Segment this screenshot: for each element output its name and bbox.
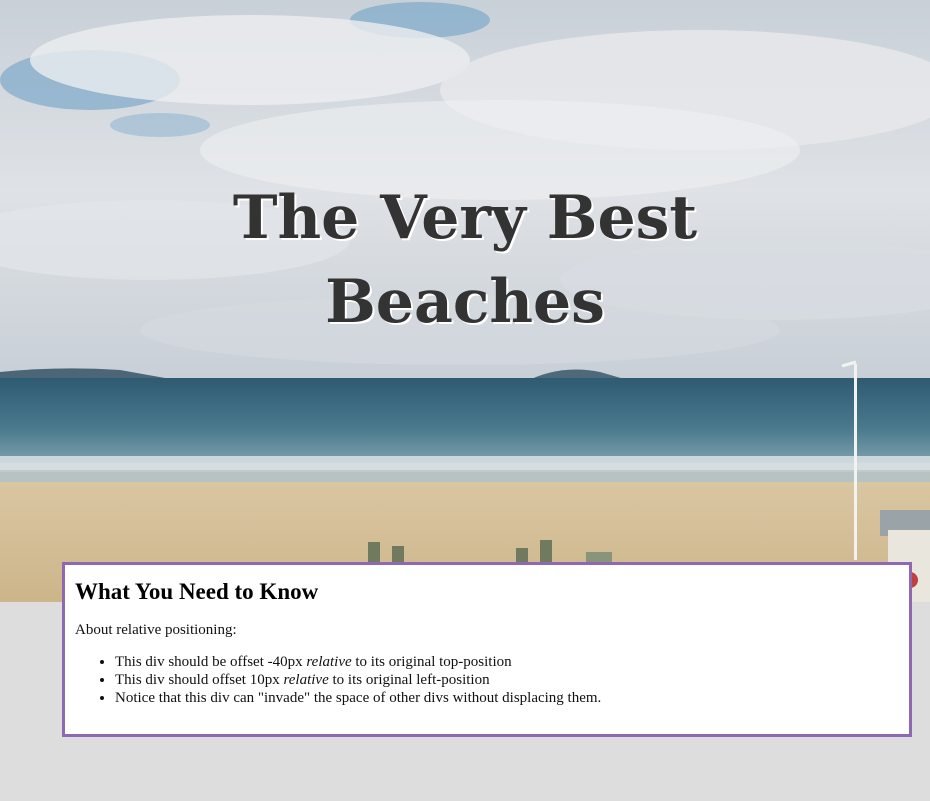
list-item: This div should offset 10px relative to …: [115, 671, 909, 689]
list-item: Notice that this div can "invade" the sp…: [115, 689, 909, 707]
list-item-text: This div should be offset -40px: [115, 654, 307, 670]
hero-title-line2: Beaches: [325, 267, 605, 337]
hero-banner: The Very Best Beaches: [0, 0, 930, 602]
list-item-text-end: to its original top-position: [351, 654, 512, 670]
hero-title-line1: The Very Best: [232, 183, 698, 253]
list-item-text: This div should offset 10px: [115, 672, 284, 688]
list-item: This div should be offset -40px relative…: [115, 653, 909, 671]
info-heading: What You Need to Know: [75, 579, 319, 604]
list-item-text-end: to its original left-position: [328, 672, 490, 688]
info-box: What You Need to Know About relative pos…: [62, 562, 912, 737]
info-intro: About relative positioning:: [75, 622, 237, 638]
list-item-text: Notice that this div can "invade" the sp…: [115, 690, 602, 706]
hero-title: The Very Best Beaches: [0, 176, 930, 344]
info-list: This div should be offset -40px relative…: [75, 653, 909, 707]
list-item-emphasis: relative: [306, 654, 352, 670]
list-item-emphasis: relative: [283, 672, 329, 688]
